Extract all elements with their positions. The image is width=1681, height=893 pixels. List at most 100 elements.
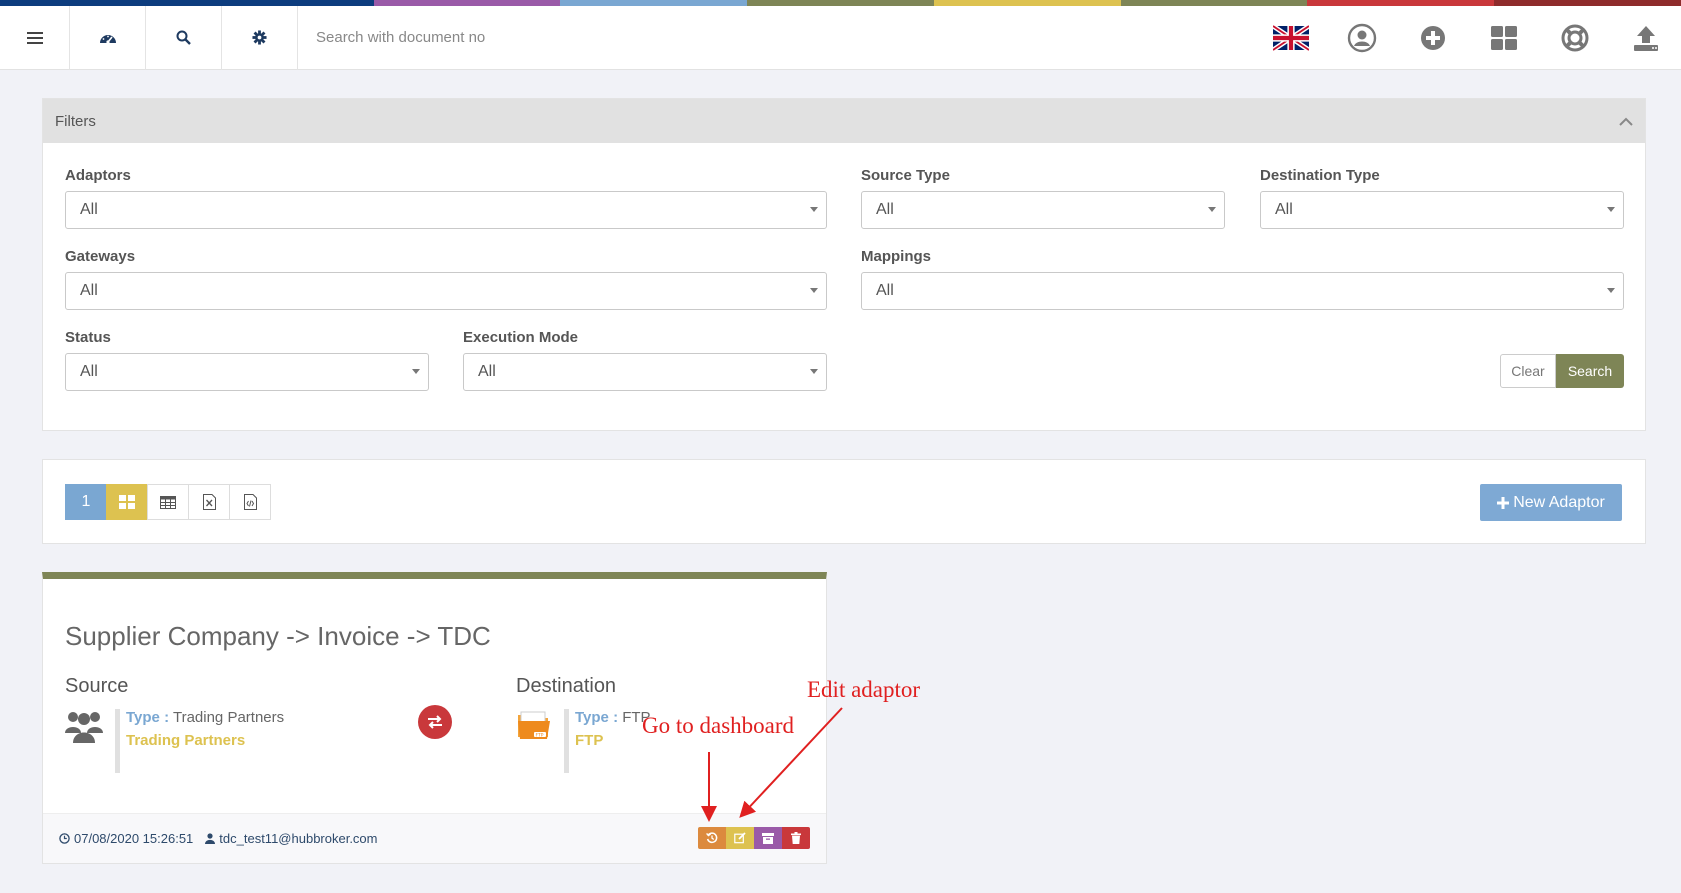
excel-export-button[interactable] xyxy=(188,484,230,520)
search-submit-button[interactable]: Search xyxy=(1556,354,1624,388)
mappings-label: Mappings xyxy=(861,248,931,265)
source-type-select[interactable]: All xyxy=(861,191,1225,229)
code-export-button[interactable] xyxy=(229,484,271,520)
delete-button[interactable] xyxy=(782,827,810,849)
go-to-dashboard-annotation: Go to dashboard xyxy=(642,713,795,738)
add-button[interactable] xyxy=(1397,6,1468,70)
adaptors-select[interactable]: All xyxy=(65,191,827,229)
destination-type-label: Destination Type xyxy=(1260,167,1380,184)
table-view-button[interactable] xyxy=(147,484,189,520)
mappings-select[interactable]: All xyxy=(861,272,1624,310)
language-button[interactable] xyxy=(1255,6,1326,70)
user-circle-icon xyxy=(1347,23,1376,53)
plus-icon xyxy=(1497,496,1510,509)
execution-mode-select-value: All xyxy=(478,363,496,380)
status-select[interactable]: All xyxy=(65,353,429,391)
upload-icon xyxy=(1633,26,1658,51)
view-button-group: 1 xyxy=(65,484,271,520)
grid-view-icon xyxy=(119,495,135,509)
user-icon xyxy=(205,833,216,844)
adaptors-select-value: All xyxy=(80,201,98,218)
dashboard-button[interactable] xyxy=(70,5,146,70)
svg-text:FTP: FTP xyxy=(536,732,544,738)
profile-button[interactable] xyxy=(1326,6,1397,70)
apps-button[interactable] xyxy=(1468,6,1539,70)
lifebuoy-icon xyxy=(1561,24,1588,52)
created-by-user: tdc_test11@hubbroker.com xyxy=(205,831,378,846)
source-type-text: Type : Trading Partners xyxy=(126,709,284,726)
adaptors-label: Adaptors xyxy=(65,167,131,184)
chevron-down-icon xyxy=(810,288,818,293)
help-button[interactable] xyxy=(1539,6,1610,70)
code-export-icon xyxy=(243,494,257,510)
destination-type-select[interactable]: All xyxy=(1260,191,1624,229)
page-count-badge[interactable]: 1 xyxy=(65,484,107,520)
adaptor-card-title[interactable]: Supplier Company -> Invoice -> TDC xyxy=(65,621,491,652)
source-name: Trading Partners xyxy=(126,732,246,749)
menu-button[interactable] xyxy=(0,5,70,70)
search-icon xyxy=(176,30,191,45)
source-type-select-value: All xyxy=(876,201,894,218)
gateways-select[interactable]: All xyxy=(65,272,827,310)
gateways-filter: Gateways All xyxy=(65,248,827,310)
swap-button[interactable] xyxy=(418,705,452,739)
destination-divider xyxy=(564,709,569,773)
document-search-input[interactable] xyxy=(316,7,916,68)
filters-header[interactable]: Filters xyxy=(43,99,1645,143)
go-to-dashboard-button[interactable] xyxy=(698,827,726,849)
chevron-down-icon xyxy=(412,369,420,374)
adaptors-filter: Adaptors All xyxy=(65,167,827,229)
filters-title: Filters xyxy=(55,112,96,130)
upload-button[interactable] xyxy=(1610,6,1681,70)
chevron-down-icon xyxy=(1607,288,1615,293)
destination-type-select-value: All xyxy=(1275,201,1293,218)
plus-circle-icon xyxy=(1420,26,1445,50)
menu-icon xyxy=(26,31,43,44)
apps-grid-icon xyxy=(1490,26,1517,50)
chevron-down-icon xyxy=(810,207,818,212)
adaptor-toolbar: 1 New Adaptor xyxy=(42,459,1646,544)
gateways-label: Gateways xyxy=(65,248,136,265)
user-email-text: tdc_test11@hubbroker.com xyxy=(219,831,378,846)
destination-type-label-text: Type : xyxy=(575,709,619,726)
source-type-label-text: Type : xyxy=(126,709,170,726)
edit-adaptor-annotation: Edit adaptor xyxy=(807,677,921,702)
gear-icon xyxy=(252,30,267,45)
source-heading: Source xyxy=(65,675,129,697)
adaptor-card-footer: 07/08/2020 15:26:51 tdc_test11@hubbroker… xyxy=(43,813,826,863)
execution-mode-filter: Execution Mode All xyxy=(463,329,827,391)
new-adaptor-button[interactable]: New Adaptor xyxy=(1480,484,1622,521)
created-timestamp: 07/08/2020 15:26:51 xyxy=(59,831,193,846)
source-type-filter: Source Type All xyxy=(861,167,1225,229)
grid-view-button[interactable] xyxy=(106,484,148,520)
status-filter: Status All xyxy=(65,329,429,391)
dashboard-gauge-icon xyxy=(99,34,116,44)
destination-type-filter: Destination Type All xyxy=(1260,167,1624,229)
destination-type-text: Type : FTP xyxy=(575,709,651,726)
destination-name: FTP xyxy=(575,732,604,749)
history-icon xyxy=(706,832,718,844)
status-label: Status xyxy=(65,329,111,346)
destination-entity: FTP Type : FTP FTP xyxy=(516,709,651,773)
search-button[interactable] xyxy=(146,5,222,70)
source-divider xyxy=(115,709,120,773)
table-view-icon xyxy=(160,495,176,509)
chevron-down-icon xyxy=(1607,207,1615,212)
edit-icon xyxy=(734,832,746,844)
archive-button[interactable] xyxy=(754,827,782,849)
adaptor-actions xyxy=(698,827,810,849)
settings-button[interactable] xyxy=(222,5,298,70)
clock-icon xyxy=(59,833,70,844)
chevron-down-icon xyxy=(1208,207,1216,212)
chevron-down-icon xyxy=(810,369,818,374)
swap-arrows-icon xyxy=(428,715,442,729)
execution-mode-select[interactable]: All xyxy=(463,353,827,391)
uk-flag-icon xyxy=(1272,25,1309,51)
clear-button[interactable]: Clear xyxy=(1500,354,1556,388)
mappings-filter: Mappings All xyxy=(861,248,1624,310)
edit-adaptor-button[interactable] xyxy=(726,827,754,849)
excel-export-icon xyxy=(202,494,216,510)
status-select-value: All xyxy=(80,363,98,380)
chevron-up-icon[interactable] xyxy=(1619,117,1633,126)
ftp-folder-icon: FTP xyxy=(518,711,550,739)
